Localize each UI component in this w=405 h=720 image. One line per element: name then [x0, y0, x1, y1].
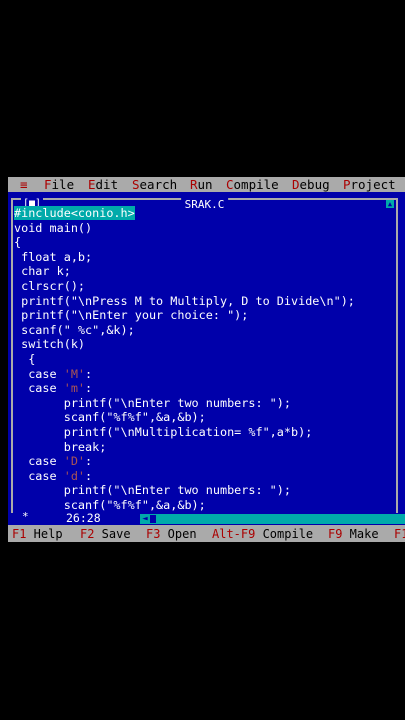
code-line: printf("\nPress M to Multiply, D to Divi… — [14, 293, 355, 308]
menu-project[interactable]: Project — [343, 177, 396, 192]
fkey-save[interactable]: F2 Save — [80, 527, 131, 542]
code-line: case 'D': — [14, 454, 93, 469]
code-line: void main() — [14, 220, 93, 235]
code-line: scanf("%f%f",&a,&b); — [14, 410, 206, 425]
horizontal-scrollbar[interactable]: ◄ — [140, 514, 405, 524]
fkey-make[interactable]: F9 Make — [328, 527, 379, 542]
fkey-compile[interactable]: Alt-F9 Compile — [212, 527, 313, 542]
menu-search[interactable]: Search — [132, 177, 177, 192]
fkey-open[interactable]: F3 Open — [146, 527, 197, 542]
code-line: switch(k) — [14, 337, 86, 352]
fkey-help[interactable]: F1 Help — [12, 527, 63, 542]
code-line: printf("\nMultiplication= %f",a*b); — [14, 424, 313, 439]
code-line: { — [14, 351, 36, 366]
code-area[interactable]: #include<conio.h> void main() { float a,… — [14, 206, 394, 512]
editor-status-line: * 26:28 ◄ — [8, 510, 405, 527]
code-line: char k; — [14, 264, 71, 279]
code-line: case 'M': — [14, 366, 93, 381]
menu-edit[interactable]: Edit — [88, 177, 118, 192]
menu-compile[interactable]: Compile — [226, 177, 279, 192]
code-line: printf("\nEnter two numbers: "); — [14, 395, 291, 410]
code-line: break; — [14, 439, 107, 454]
code-line: float a,b; — [14, 249, 93, 264]
cursor-position: 26:28 — [66, 511, 101, 525]
turbo-c-ide: ≡ File Edit Search Run Compile Debug Pro… — [8, 177, 405, 542]
function-key-bar: F1 Help F2 Save F3 Open Alt-F9 Compile F… — [8, 527, 405, 542]
menu-system[interactable]: ≡ — [20, 177, 28, 192]
scroll-thumb[interactable] — [150, 515, 156, 523]
code-line: scanf(" %c",&k); — [14, 322, 135, 337]
fkey-cut-off[interactable]: F1 — [394, 527, 405, 542]
menu-file[interactable]: File — [44, 177, 74, 192]
code-line: case 'm': — [14, 381, 93, 396]
code-line: { — [14, 235, 22, 250]
menu-debug[interactable]: Debug — [292, 177, 330, 192]
code-line: case 'd': — [14, 468, 93, 483]
modified-indicator: * — [22, 510, 29, 523]
code-line: #include<conio.h> — [14, 206, 135, 220]
code-line: printf("\nEnter two numbers: "); — [14, 483, 291, 498]
code-line: printf("\nEnter your choice: "); — [14, 308, 249, 323]
scroll-left-arrow-icon[interactable]: ◄ — [140, 514, 150, 524]
menu-bar: ≡ File Edit Search Run Compile Debug Pro… — [8, 177, 405, 192]
menu-run[interactable]: Run — [190, 177, 213, 192]
editor-window[interactable]: [■] SRAK.C ▲ #include<conio.h> void main… — [8, 192, 405, 522]
code-line: clrscr(); — [14, 278, 86, 293]
